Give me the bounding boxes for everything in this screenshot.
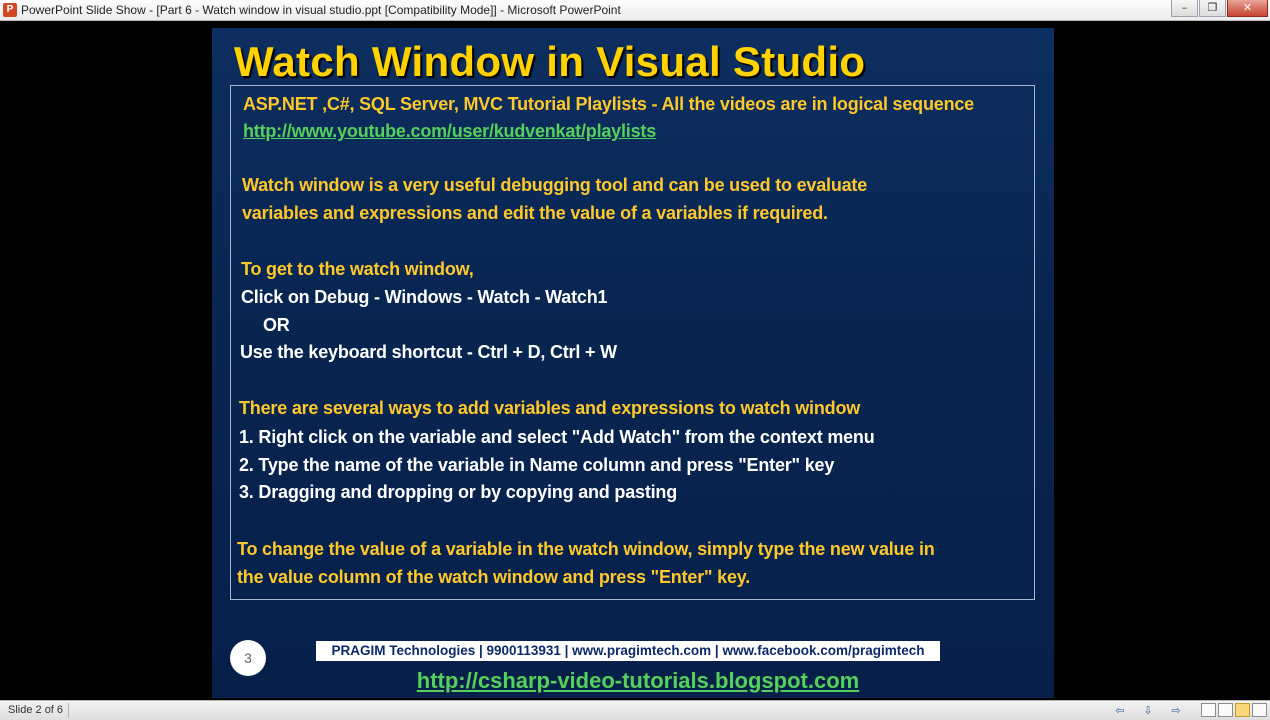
- slide-sorter-view-icon[interactable]: [1218, 703, 1233, 717]
- description-line-1: Watch window is a very useful debugging …: [242, 175, 868, 195]
- reading-view-icon[interactable]: [1235, 703, 1250, 717]
- slide-counter: Slide 2 of 6: [8, 704, 64, 716]
- window-title-bar: P PowerPoint Slide Show - [Part 6 - Watc…: [0, 0, 1270, 21]
- window-title: PowerPoint Slide Show - [Part 6 - Watch …: [21, 3, 621, 17]
- change-value-line-2: the value column of the watch window and…: [237, 567, 751, 587]
- description-line-2: variables and expressions and edit the v…: [242, 203, 828, 223]
- get-to-watch-heading: To get to the watch window,: [241, 259, 474, 279]
- previous-slide-arrow-icon[interactable]: ⇦: [1112, 703, 1128, 718]
- blog-link[interactable]: http://csharp-video-tutorials.blogspot.c…: [212, 668, 1054, 694]
- slide-content-box: ASP.NET ,C#, SQL Server, MVC Tutorial Pl…: [230, 85, 1035, 600]
- slide-show-menu-icon[interactable]: ⇩: [1140, 703, 1156, 718]
- close-button[interactable]: ✕: [1227, 0, 1268, 17]
- way-item-1: 1. Right click on the variable and selec…: [239, 427, 875, 447]
- ways-heading: There are several ways to add variables …: [239, 398, 861, 418]
- shortcut-line: Use the keyboard shortcut - Ctrl + D, Ct…: [240, 342, 617, 362]
- click-on-debug-line: Click on Debug - Windows - Watch - Watch…: [241, 287, 608, 307]
- window-controls: – ❐ ✕: [1170, 0, 1268, 19]
- or-line: OR: [263, 315, 290, 335]
- restore-button[interactable]: ❐: [1199, 0, 1226, 17]
- next-slide-arrow-icon[interactable]: ⇨: [1168, 703, 1184, 718]
- slide-canvas[interactable]: Watch Window in Visual Studio ASP.NET ,C…: [212, 28, 1054, 698]
- slide-title: Watch Window in Visual Studio: [234, 38, 866, 85]
- way-item-3: 3. Dragging and dropping or by copying a…: [239, 482, 678, 502]
- way-item-2: 2. Type the name of the variable in Name…: [239, 455, 835, 475]
- status-bar: Slide 2 of 6 ⇦ ⇩ ⇨: [0, 700, 1270, 720]
- change-value-line-1: To change the value of a variable in the…: [237, 539, 935, 559]
- status-divider: [68, 703, 69, 718]
- playlist-link[interactable]: http://www.youtube.com/user/kudvenkat/pl…: [243, 121, 656, 142]
- powerpoint-app-icon[interactable]: P: [3, 3, 17, 17]
- minimize-button[interactable]: –: [1171, 0, 1198, 17]
- slide-show-view-icon[interactable]: [1252, 703, 1267, 717]
- normal-view-icon[interactable]: [1201, 703, 1216, 717]
- footer-contact-bar: PRAGIM Technologies | 9900113931 | www.p…: [316, 641, 940, 661]
- playlist-text: ASP.NET ,C#, SQL Server, MVC Tutorial Pl…: [243, 94, 974, 114]
